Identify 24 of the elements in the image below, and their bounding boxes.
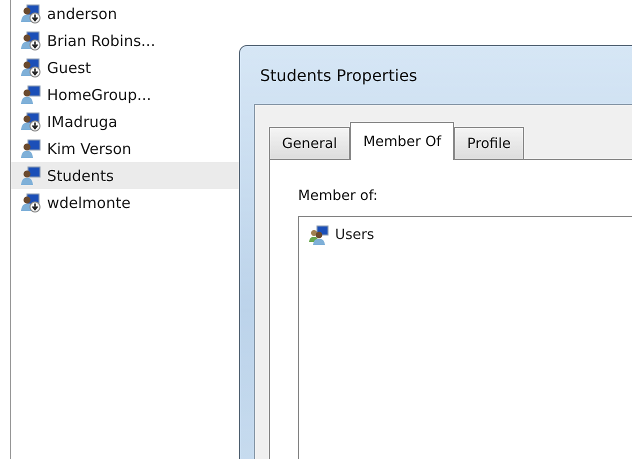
tab[interactable]: Member Of <box>350 122 454 160</box>
user-list-item[interactable]: Brian Robins... <box>11 27 239 54</box>
user-list-item[interactable]: HomeGroup... <box>11 81 239 108</box>
user-download-icon <box>21 58 41 78</box>
user-list-item[interactable]: wdelmonte <box>11 189 239 216</box>
user-download-icon <box>21 4 41 24</box>
user-computer-icon <box>21 84 41 104</box>
user-list-item[interactable]: anderson <box>11 0 239 27</box>
user-list-item[interactable]: Students <box>11 162 239 189</box>
user-list-item[interactable]: IMadruga <box>11 108 239 135</box>
member-list-item[interactable]: Users <box>309 225 378 245</box>
tab[interactable]: General <box>269 127 350 159</box>
dialog-title: Students Properties <box>259 64 418 86</box>
user-computer-icon <box>21 138 41 158</box>
user-download-icon <box>21 192 41 212</box>
tab[interactable]: Profile <box>454 127 524 159</box>
user-download-icon <box>21 30 41 50</box>
user-download-icon <box>21 112 41 132</box>
member-of-label: Member of: <box>298 188 379 204</box>
user-computer-icon <box>21 166 41 186</box>
user-list-item[interactable]: Guest <box>11 54 239 81</box>
member-name: Users <box>335 227 374 243</box>
user-list-item[interactable]: Kim Verson <box>11 135 239 162</box>
user-group-icon <box>309 225 329 245</box>
